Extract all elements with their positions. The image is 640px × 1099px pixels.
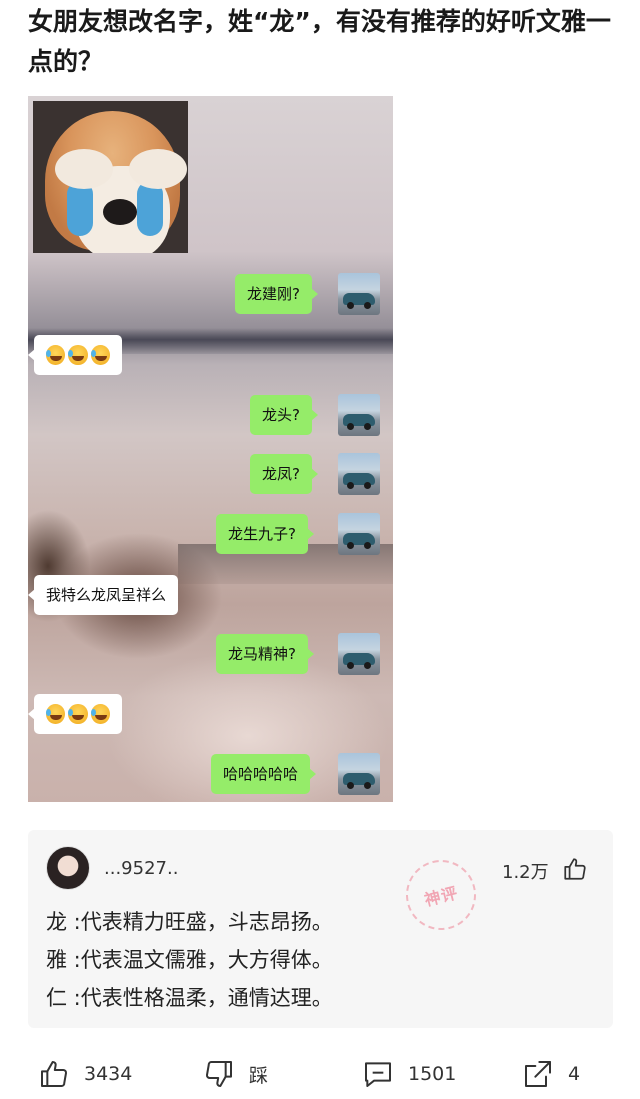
sender-avatar <box>338 633 380 675</box>
chat-message-outgoing: 龙建刚? <box>235 274 318 314</box>
comment-line: 仁 :代表性格温柔，通情达理。 <box>46 986 333 1010</box>
laugh-cry-emoji <box>46 345 66 365</box>
thumbs-up-icon[interactable] <box>562 856 588 882</box>
commenter-avatar[interactable] <box>46 846 90 890</box>
dislike-label: 踩 <box>249 1064 269 1087</box>
chat-message-outgoing: 龙凤? <box>250 454 318 494</box>
top-comment-card[interactable]: ...9527.. 神评 1.2万 龙 :代表精力旺盛，斗志昂扬。 雅 :代表温… <box>28 830 613 1028</box>
sender-avatar <box>338 394 380 436</box>
chat-message-outgoing: 龙马精神? <box>216 634 314 674</box>
share-button[interactable]: 4 <box>522 1058 580 1090</box>
comment-like-count: 1.2万 <box>502 862 549 883</box>
comment-line: 龙 :代表精力旺盛，斗志昂扬。 <box>46 910 333 934</box>
god-comment-badge: 神评 <box>398 852 484 938</box>
thumbs-up-icon <box>41 1061 67 1088</box>
like-count: 3434 <box>84 1063 133 1085</box>
dislike-button[interactable]: 踩 <box>203 1058 268 1090</box>
comment-count: 1501 <box>408 1063 457 1085</box>
chat-message-incoming-emoji <box>28 335 122 375</box>
commenter-username[interactable]: ...9527.. <box>104 858 178 879</box>
laugh-cry-emoji <box>90 345 110 365</box>
post-title: 女朋友想改名字，姓“龙”，有没有推荐的好听文雅一点的？ <box>28 7 611 76</box>
sender-avatar <box>338 513 380 555</box>
chat-message-outgoing: 龙生九子? <box>216 514 314 554</box>
sender-avatar <box>338 753 380 795</box>
share-icon <box>525 1061 551 1087</box>
thumbs-down-icon <box>206 1060 232 1087</box>
action-bar: 3434 踩 1501 4 <box>0 1050 640 1099</box>
chat-message-incoming: 我特么龙凤呈祥么 <box>28 575 179 615</box>
crying-dog-sticker <box>33 101 188 253</box>
chat-screenshot: 龙建刚? 龙头? 龙凤? 龙生九子? 我特么龙凤呈祥么 龙马精神? 哈哈哈哈哈 <box>28 96 393 802</box>
sender-avatar <box>338 453 380 495</box>
comment-button[interactable]: 1501 <box>362 1058 456 1090</box>
laugh-cry-emoji <box>68 345 88 365</box>
comment-line: 雅 :代表温文儒雅，大方得体。 <box>46 948 333 972</box>
sender-avatar <box>338 273 380 315</box>
chat-message-outgoing: 哈哈哈哈哈 <box>211 754 317 794</box>
like-button[interactable]: 3434 <box>38 1058 132 1090</box>
laugh-cry-emoji <box>46 704 66 724</box>
chat-message-outgoing: 龙头? <box>250 395 318 435</box>
chat-message-incoming-emoji <box>28 694 122 734</box>
share-count: 4 <box>568 1063 581 1085</box>
laugh-cry-emoji <box>90 704 110 724</box>
laugh-cry-emoji <box>68 704 88 724</box>
comment-icon <box>365 1062 391 1087</box>
